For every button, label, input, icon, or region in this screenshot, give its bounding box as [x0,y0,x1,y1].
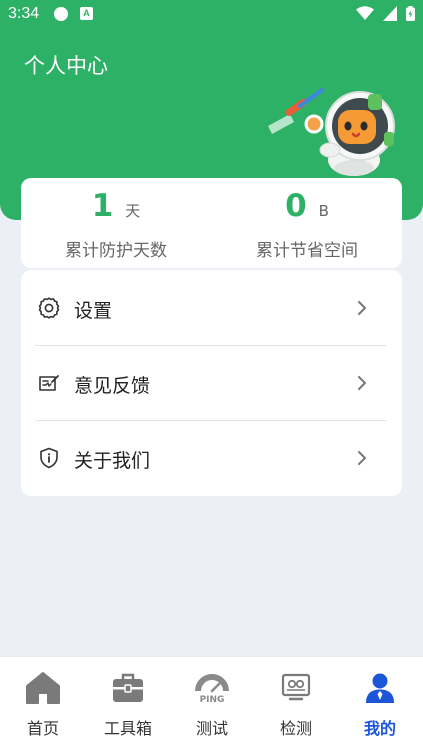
stats-card: 1天 累计防护天数 0B 累计节省空间 [21,178,402,268]
ping-icon-text: PING [200,695,225,705]
feedback-icon [39,375,59,391]
home-icon [26,672,60,704]
menu-item-settings[interactable]: 设置 [21,270,402,345]
stat-unit: B [318,202,329,220]
notification-app-icon: A [80,7,93,20]
stat-unit: 天 [125,202,141,220]
page-title: 个人中心 [24,54,108,78]
status-time: 3:34 [8,5,40,22]
nav-item-home[interactable]: 首页 [1,657,85,752]
nav-item-test[interactable]: PING 测试 [170,657,254,752]
chevron-right-icon [358,376,366,390]
menu-item-about-us[interactable]: 关于我们 [21,420,402,495]
stat-label: 累计节省空间 [256,241,358,261]
battery-icon [406,6,415,21]
stat-value: 0 [285,188,307,224]
nav-label: 检测 [279,719,312,738]
nav-item-mine[interactable]: 我的 [338,657,422,752]
menu-item-label: 意见反馈 [74,375,151,397]
nav-item-toolbox[interactable]: 工具箱 [86,657,170,752]
nav-label: 首页 [26,719,59,738]
info-shield-icon [40,447,58,469]
menu-item-label: 设置 [74,300,113,322]
nav-label: 测试 [195,719,228,738]
notification-dot-icon [54,7,68,21]
nav-label: 工具箱 [103,719,152,738]
stat-protection-days: 1天 累计防护天数 [21,178,211,268]
chevron-right-icon [358,301,366,315]
status-icons [352,6,415,22]
profile-icon [366,673,394,703]
stat-label: 累计防护天数 [65,241,167,261]
stat-value: 1 [91,188,114,224]
status-bar: 3:34 A [0,0,423,28]
chevron-right-icon [358,451,366,465]
nav-item-detect[interactable]: 检测 [254,657,338,752]
monitor-icon [281,673,311,701]
stat-space-saved: 0B 累计节省空间 [212,178,402,268]
gear-icon [38,297,60,319]
menu-card: 设置 意见反馈 关于我们 [21,270,402,496]
speedometer-icon: PING [195,674,229,705]
robot-mascot-illustration [268,88,395,176]
menu-item-label: 关于我们 [74,450,151,472]
menu-item-feedback[interactable]: 意见反馈 [21,345,402,420]
bottom-nav: 首页 工具箱 PING 测试 检测 我的 [0,656,423,752]
toolbox-icon [113,673,143,702]
nav-label: 我的 [363,719,396,738]
signal-icon [383,6,398,21]
wifi-icon [356,6,375,20]
